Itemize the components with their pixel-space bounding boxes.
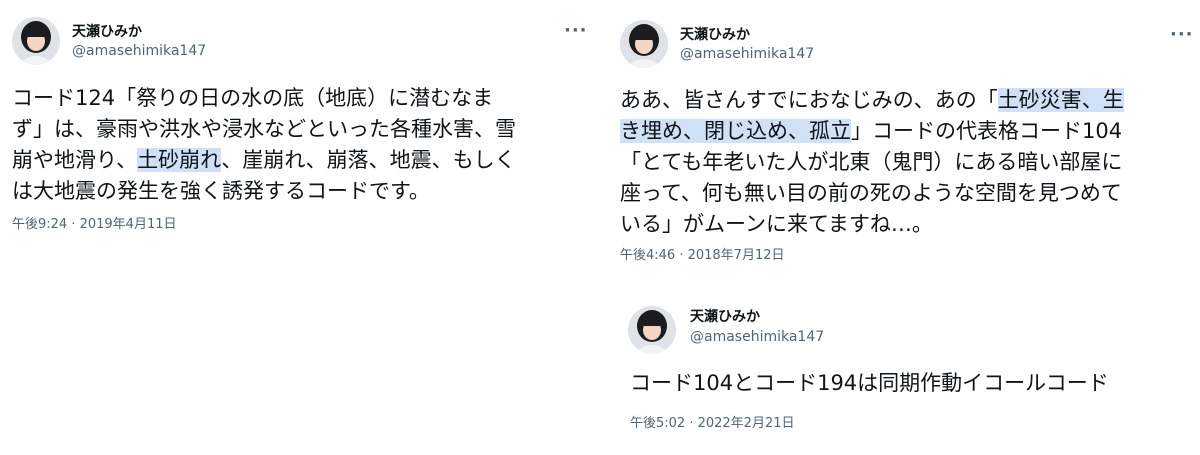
text-segment: 崩や地滑り、 [12, 148, 138, 172]
text-segment: ああ、皆さんすでにおなじみの、あの「 [620, 88, 998, 112]
timestamp[interactable]: 午後4:46 · 2018年7月12日 [620, 248, 785, 264]
text-segment: 、崖崩れ、崩落、地震、もしく [221, 148, 516, 172]
tweet-text: コード104とコード194は同期作動イコールコード [630, 368, 1109, 399]
timestamp[interactable]: 午後5:02 · 2022年2月21日 [630, 416, 795, 432]
more-dots-icon[interactable]: ··· [1170, 26, 1194, 44]
text-line: ず」は、豪雨や洪水や浸水などといった各種水害、雪 [12, 117, 516, 141]
display-name[interactable]: 天瀬ひみか [72, 23, 142, 41]
display-name[interactable]: 天瀬ひみか [690, 308, 760, 326]
text-segment: 」コードの代表格コード104 [851, 119, 1123, 143]
timestamp[interactable]: 午後9:24 · 2019年4月11日 [12, 217, 177, 233]
tweet-card-2: 天瀬ひみか @amasehimika147 ··· ああ、皆さんすでにおなじみの… [608, 0, 1200, 290]
tweet-text: コード124「祭りの日の水の底（地底）に潜むなま ず」は、豪雨や洪水や浸水などと… [12, 83, 516, 207]
user-handle[interactable]: @amasehimika147 [690, 328, 824, 346]
text-line: コード124「祭りの日の水の底（地底）に潜むなま [12, 86, 494, 110]
text-line: ああ、皆さんすでにおなじみの、あの「土砂災害、生 [620, 85, 1124, 116]
text-line: コード104とコード194は同期作動イコールコード [630, 371, 1109, 395]
highlighted-text: 土砂崩れ [137, 148, 222, 172]
display-name[interactable]: 天瀬ひみか [680, 26, 750, 44]
text-line: 「とても年老いた人が北東（鬼門）にある暗い部屋に [620, 150, 1123, 174]
text-line: き埋め、閉じ込め、孤立」コードの代表格コード104 [620, 116, 1124, 147]
highlighted-text: き埋め、閉じ込め、孤立 [620, 119, 851, 143]
tweet-text: ああ、皆さんすでにおなじみの、あの「土砂災害、生 き埋め、閉じ込め、孤立」コード… [620, 85, 1124, 240]
avatar[interactable] [628, 306, 676, 354]
text-line: は大地震の発生を強く誘発するコードです。 [12, 179, 430, 203]
text-line: 座って、何も無い目の前の死のような空間を見つめて [620, 181, 1122, 205]
more-dots-icon[interactable]: ··· [564, 22, 588, 40]
avatar[interactable] [620, 20, 668, 68]
text-line: 崩や地滑り、土砂崩れ、崖崩れ、崩落、地震、もしく [12, 145, 516, 176]
text-line: いる」がムーンに来てますね…。 [620, 212, 933, 236]
user-handle[interactable]: @amasehimika147 [680, 45, 814, 63]
highlighted-text: 土砂災害、生 [997, 88, 1124, 112]
tweet-card-3: 天瀬ひみか @amasehimika147 コード104とコード194は同期作動… [618, 296, 1200, 455]
tweet-card-1: 天瀬ひみか @amasehimika147 ··· コード124「祭りの日の水の… [0, 0, 590, 455]
avatar[interactable] [12, 17, 60, 65]
user-handle[interactable]: @amasehimika147 [72, 42, 206, 60]
